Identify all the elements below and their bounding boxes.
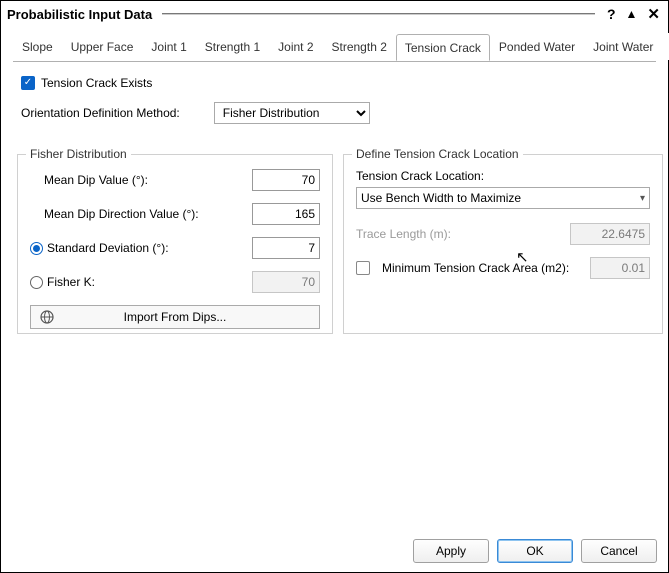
title-divider — [162, 13, 595, 15]
import-label: Import From Dips... — [124, 310, 227, 324]
tab-strength2[interactable]: Strength 2 — [323, 33, 396, 60]
dialog-title: Probabilistic Input Data — [7, 7, 152, 22]
fisher-k-input — [252, 271, 320, 293]
radio-dot-icon — [30, 242, 43, 255]
tab-content: Tension Crack Exists Orientation Definit… — [13, 61, 656, 521]
min-area-label: Minimum Tension Crack Area (m2): — [382, 261, 569, 275]
trace-length-input — [570, 223, 650, 245]
fisher-k-label: Fisher K: — [47, 275, 95, 289]
tab-slope[interactable]: Slope — [13, 33, 62, 60]
min-area-checkbox[interactable] — [356, 261, 370, 275]
orientation-method-label: Orientation Definition Method: — [21, 106, 180, 120]
apply-button[interactable]: Apply — [413, 539, 489, 563]
stddev-label: Standard Deviation (°): — [47, 241, 169, 255]
radio-dot-icon — [30, 276, 43, 289]
tension-crack-location-select[interactable]: Use Bench Width to Maximize ▾ — [356, 187, 650, 209]
fisher-distribution-group: Fisher Distribution Mean Dip Value (°): … — [17, 154, 333, 334]
globe-icon — [39, 309, 55, 325]
tab-ponded-water[interactable]: Ponded Water — [490, 33, 584, 60]
tension-crack-location-label: Tension Crack Location: — [356, 169, 484, 183]
mean-dip-dir-label: Mean Dip Direction Value (°): — [44, 207, 199, 221]
tab-tension-crack[interactable]: Tension Crack — [396, 34, 490, 61]
tension-crack-exists-label: Tension Crack Exists — [41, 76, 152, 90]
tab-joint2[interactable]: Joint 2 — [269, 33, 322, 60]
collapse-icon[interactable]: ▲ — [624, 7, 640, 21]
mean-dip-dir-input[interactable] — [252, 203, 320, 225]
help-icon[interactable]: ? — [605, 6, 618, 22]
tab-joint1[interactable]: Joint 1 — [142, 33, 195, 60]
close-icon[interactable]: ✕ — [645, 5, 662, 23]
mean-dip-label: Mean Dip Value (°): — [44, 173, 148, 187]
cancel-button[interactable]: Cancel — [581, 539, 657, 563]
fisher-legend: Fisher Distribution — [26, 147, 131, 161]
tab-joint-water[interactable]: Joint Water — [584, 33, 662, 60]
mean-dip-input[interactable] — [252, 169, 320, 191]
trace-length-label: Trace Length (m): — [356, 227, 451, 241]
stddev-input[interactable] — [252, 237, 320, 259]
location-legend: Define Tension Crack Location — [352, 147, 523, 161]
tab-upper-face[interactable]: Upper Face — [62, 33, 143, 60]
fisher-k-radio[interactable]: Fisher K: — [30, 275, 95, 289]
ok-button[interactable]: OK — [497, 539, 573, 563]
tension-crack-location-value: Use Bench Width to Maximize — [361, 191, 521, 205]
chevron-down-icon: ▾ — [640, 193, 645, 204]
min-area-input — [590, 257, 650, 279]
import-from-dips-button[interactable]: Import From Dips... — [30, 305, 320, 329]
tab-bar: Slope Upper Face Joint 1 Strength 1 Join… — [1, 29, 668, 61]
define-tension-crack-location-group: Define Tension Crack Location Tension Cr… — [343, 154, 663, 334]
tab-seismic[interactable]: Seismic — [662, 33, 669, 60]
orientation-method-select[interactable]: Fisher Distribution — [214, 102, 370, 124]
stddev-radio[interactable]: Standard Deviation (°): — [30, 241, 169, 255]
dialog-footer: Apply OK Cancel — [413, 539, 657, 563]
tension-crack-exists-checkbox[interactable] — [21, 76, 35, 90]
tab-strength1[interactable]: Strength 1 — [196, 33, 269, 60]
